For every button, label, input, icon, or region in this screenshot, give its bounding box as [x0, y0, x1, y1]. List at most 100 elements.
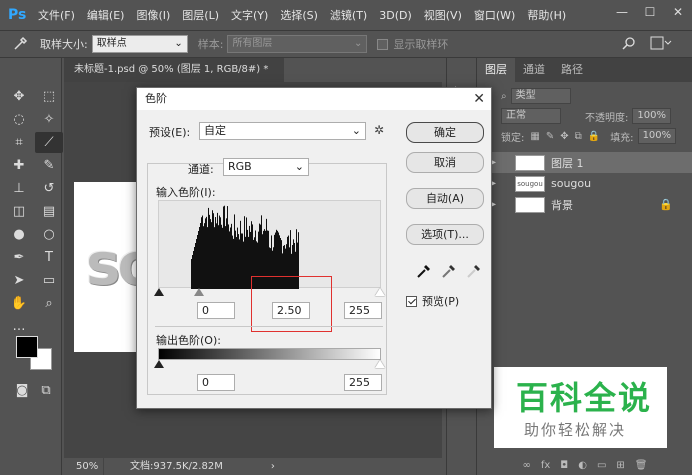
crop-tool-icon[interactable]: ⌗ — [5, 132, 33, 153]
more-tools-icon[interactable]: … — [5, 316, 33, 337]
new-group-icon[interactable]: ▭ — [597, 460, 606, 471]
tab-layers[interactable]: 图层 — [477, 58, 515, 82]
input-black-field[interactable]: 0 — [197, 302, 235, 319]
tab-channels[interactable]: 通道 — [515, 58, 553, 82]
lock-icons[interactable]: ▦✎✥⧉🔒 — [530, 131, 606, 142]
blend-mode-select[interactable]: 正常 — [501, 108, 561, 124]
type-tool-icon[interactable]: T — [35, 247, 63, 268]
sample-size-select[interactable]: 取样点 ⌄ — [91, 35, 188, 53]
preview-checkbox[interactable] — [406, 295, 417, 307]
output-black-field[interactable]: 0 — [197, 374, 235, 391]
layer-name: sougou — [551, 177, 592, 190]
preview-toggle[interactable]: 预览(P) — [406, 293, 459, 309]
dodge-tool-icon[interactable]: ○ — [35, 224, 63, 245]
menu-file[interactable]: 文件(F) — [38, 7, 75, 23]
layer-row[interactable]: ▸ 背景 🔒 — [477, 194, 692, 215]
histogram-bar — [236, 237, 237, 289]
output-white-slider-handle[interactable] — [375, 360, 385, 368]
link-layers-icon[interactable]: ∞ — [523, 460, 531, 471]
history-brush-tool-icon[interactable]: ↺ — [35, 178, 63, 199]
maximize-button[interactable]: ☐ — [636, 0, 664, 24]
layer-name: 图层 1 — [551, 156, 584, 170]
menu-layer[interactable]: 图层(L) — [182, 7, 219, 23]
menu-image[interactable]: 图像(I) — [136, 7, 170, 23]
pen-tool-icon[interactable]: ✒ — [5, 247, 33, 268]
auto-button[interactable]: 自动(A) — [406, 188, 484, 209]
add-mask-icon[interactable]: ◘ — [560, 460, 568, 471]
move-tool-icon[interactable]: ✥ — [5, 86, 33, 107]
chevron-down-icon: ⌄ — [294, 160, 304, 173]
menu-select[interactable]: 选择(S) — [280, 7, 318, 23]
input-black-slider-handle[interactable] — [154, 288, 164, 296]
show-ring-checkbox[interactable] — [377, 38, 389, 50]
visibility-icon[interactable]: ▸ — [491, 157, 501, 168]
layer-row[interactable]: ▸ 图层 1 — [477, 152, 692, 173]
marquee-tool-icon[interactable]: ⬚ — [35, 86, 63, 107]
layer-thumbnail — [515, 196, 545, 213]
sample-select[interactable]: 所有图层 ⌄ — [227, 35, 368, 53]
zoom-tool-icon[interactable]: ⌕ — [35, 293, 63, 314]
eyedropper-tool-icon[interactable]: ⟋ — [35, 132, 63, 153]
close-icon[interactable]: ✕ — [473, 88, 485, 110]
fx-icon[interactable]: fx — [541, 460, 550, 471]
input-white-field[interactable]: 255 — [344, 302, 382, 319]
white-point-eyedropper-icon[interactable] — [466, 263, 482, 279]
eyedropper-tool-icon[interactable] — [0, 36, 40, 52]
histogram-bar — [246, 217, 247, 289]
zoom-level[interactable]: 50% — [64, 458, 104, 475]
fill-field[interactable]: 100% — [637, 128, 677, 144]
tab-paths[interactable]: 路径 — [553, 58, 591, 82]
histogram-bar — [219, 215, 220, 289]
delete-layer-icon[interactable]: 🗑 — [635, 460, 648, 471]
options-button[interactable]: 选项(T)... — [406, 224, 484, 245]
layer-kind-filter[interactable]: 类型 — [510, 88, 571, 104]
menu-filter[interactable]: 滤镜(T) — [330, 7, 367, 23]
menu-edit[interactable]: 编辑(E) — [87, 7, 125, 23]
lasso-tool-icon[interactable]: ◌ — [5, 109, 33, 130]
visibility-icon[interactable]: ▸ — [491, 199, 501, 210]
menu-help[interactable]: 帮助(H) — [527, 7, 566, 23]
new-layer-icon[interactable]: ⊞ — [616, 460, 624, 471]
foreground-color-swatch[interactable] — [16, 336, 38, 358]
channel-select[interactable]: RGB ⌄ — [223, 158, 309, 176]
close-window-button[interactable]: ✕ — [664, 0, 692, 24]
search-icon[interactable] — [622, 36, 636, 53]
gear-icon[interactable]: ✲ — [374, 123, 384, 137]
input-gamma-slider-handle[interactable] — [194, 288, 204, 296]
screen-mode-icon[interactable]: ⧉ — [32, 380, 60, 401]
preset-select[interactable]: 自定 ⌄ — [199, 122, 366, 140]
clone-stamp-tool-icon[interactable]: ⊥ — [5, 178, 33, 199]
color-swatches[interactable] — [16, 336, 56, 376]
histogram-bar — [224, 205, 225, 289]
adjustment-layer-icon[interactable]: ◐ — [578, 460, 587, 471]
output-white-field[interactable]: 255 — [344, 374, 382, 391]
menu-window[interactable]: 窗口(W) — [474, 7, 515, 23]
hand-tool-icon[interactable]: ✋ — [5, 293, 33, 314]
document-tab[interactable]: 未标题-1.psd @ 50% (图层 1, RGB/8#) * × — [64, 58, 284, 99]
menu-3d[interactable]: 3D(D) — [379, 9, 412, 22]
healing-brush-tool-icon[interactable]: ✚ — [5, 155, 33, 176]
cancel-button[interactable]: 取消 — [406, 152, 484, 173]
ok-button[interactable]: 确定 — [406, 122, 484, 143]
gradient-tool-icon[interactable]: ▤ — [35, 201, 63, 222]
layer-row[interactable]: ▸ sougou sougou — [477, 173, 692, 194]
gray-point-eyedropper-icon[interactable] — [441, 263, 457, 279]
histogram-bar — [245, 236, 246, 289]
path-selection-tool-icon[interactable]: ➤ — [5, 270, 33, 291]
shape-tool-icon[interactable]: ▭ — [35, 270, 63, 291]
output-levels-slider[interactable] — [154, 360, 385, 372]
input-white-slider-handle[interactable] — [375, 288, 385, 296]
workspace-icon[interactable] — [650, 36, 672, 53]
opacity-field[interactable]: 100% — [632, 108, 671, 124]
black-point-eyedropper-icon[interactable] — [416, 263, 432, 279]
chevron-right-icon[interactable]: › — [271, 458, 275, 475]
minimize-button[interactable]: — — [608, 0, 636, 24]
visibility-icon[interactable]: ▸ — [491, 178, 501, 189]
magic-wand-tool-icon[interactable]: ✧ — [35, 109, 63, 130]
brush-tool-icon[interactable]: ✎ — [35, 155, 63, 176]
output-black-slider-handle[interactable] — [154, 360, 164, 368]
menu-type[interactable]: 文字(Y) — [231, 7, 268, 23]
eraser-tool-icon[interactable]: ◫ — [5, 201, 33, 222]
blur-tool-icon[interactable]: ● — [5, 224, 33, 245]
menu-view[interactable]: 视图(V) — [424, 7, 462, 23]
